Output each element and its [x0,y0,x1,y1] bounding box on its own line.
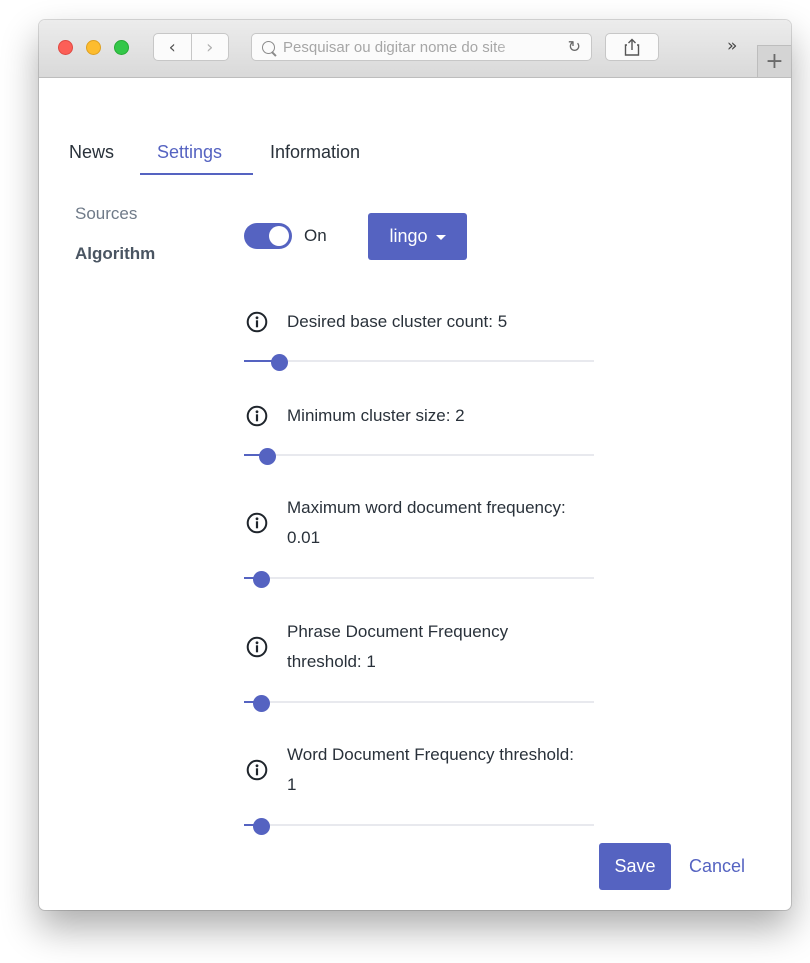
info-circle-icon [246,311,268,333]
caret-down-icon [435,235,446,240]
share-icon [624,38,640,56]
chevron-right-icon: › [206,36,214,58]
cancel-button[interactable]: Cancel [689,856,745,877]
param-label: Maximum word document frequency: 0.01 [287,498,566,547]
browser-window: ‹ › Pesquisar ou digitar nome do site ↻ … [39,20,791,910]
navigation-buttons: ‹ › [153,33,229,61]
param-slider[interactable] [244,695,594,712]
slider-track [244,454,594,456]
info-circle-icon [246,636,268,658]
param-slider[interactable] [244,818,594,835]
slider-handle[interactable] [253,571,270,588]
info-circle-icon [246,512,268,534]
slider-handle[interactable] [271,354,288,371]
param-maximum-word-document-frequency: Maximum word document frequency: 0.01 [244,493,624,593]
info-circle-icon [246,405,268,427]
active-tab-indicator [140,173,253,175]
param-label: Minimum cluster size: 2 [287,406,465,425]
back-button[interactable]: ‹ [154,34,191,60]
param-slider[interactable] [244,571,594,588]
address-bar-placeholder: Pesquisar ou digitar nome do site [283,38,506,56]
toggle-knob [269,226,289,246]
plus-icon: + [765,49,784,74]
zoom-window-button[interactable] [114,40,129,55]
param-label: Phrase Document Frequency threshold: 1 [287,622,509,671]
algorithm-dropdown[interactable]: lingo [368,213,467,260]
toggle-label: On [304,226,327,245]
slider-handle[interactable] [253,818,270,835]
overflow-chevron-icon[interactable]: » [727,36,737,56]
new-tab-button[interactable]: + [757,45,791,77]
algorithm-toggle[interactable] [244,223,292,249]
tab-settings[interactable]: Settings [157,142,222,163]
reload-icon[interactable]: ↻ [568,37,581,56]
tab-news[interactable]: News [69,142,114,163]
slider-handle[interactable] [253,695,270,712]
share-button[interactable] [605,33,659,61]
param-word-document-frequency-threshold: Word Document Frequency threshold: 1 [244,740,624,840]
tab-information[interactable]: Information [270,142,360,163]
info-circle-icon [246,759,268,781]
slider-track [244,824,594,826]
slider-track [244,701,594,703]
minimize-window-button[interactable] [86,40,101,55]
param-slider[interactable] [244,448,594,465]
save-button-label: Save [614,856,656,876]
forward-button[interactable]: › [190,34,229,60]
slider-track [244,577,594,579]
param-label: Desired base cluster count: 5 [287,312,508,331]
sidebar-item-sources[interactable]: Sources [75,204,137,224]
param-minimum-cluster-size: Minimum cluster size: 2 [244,401,624,481]
sidebar-item-algorithm[interactable]: Algorithm [75,244,155,264]
address-bar[interactable]: Pesquisar ou digitar nome do site ↻ [251,33,592,61]
search-icon [262,40,275,54]
param-desired-base-cluster-count: Desired base cluster count: 5 [244,307,624,387]
algorithm-dropdown-value: lingo [389,226,428,246]
save-button[interactable]: Save [599,843,671,890]
close-window-button[interactable] [58,40,73,55]
slider-track [244,360,594,362]
param-label: Word Document Frequency threshold: 1 [287,745,574,794]
title-bar: ‹ › Pesquisar ou digitar nome do site ↻ … [39,20,791,78]
slider-handle[interactable] [259,448,276,465]
chevron-left-icon: ‹ [168,36,176,58]
param-phrase-document-frequency-threshold: Phrase Document Frequency threshold: 1 [244,617,624,717]
param-slider[interactable] [244,354,594,371]
